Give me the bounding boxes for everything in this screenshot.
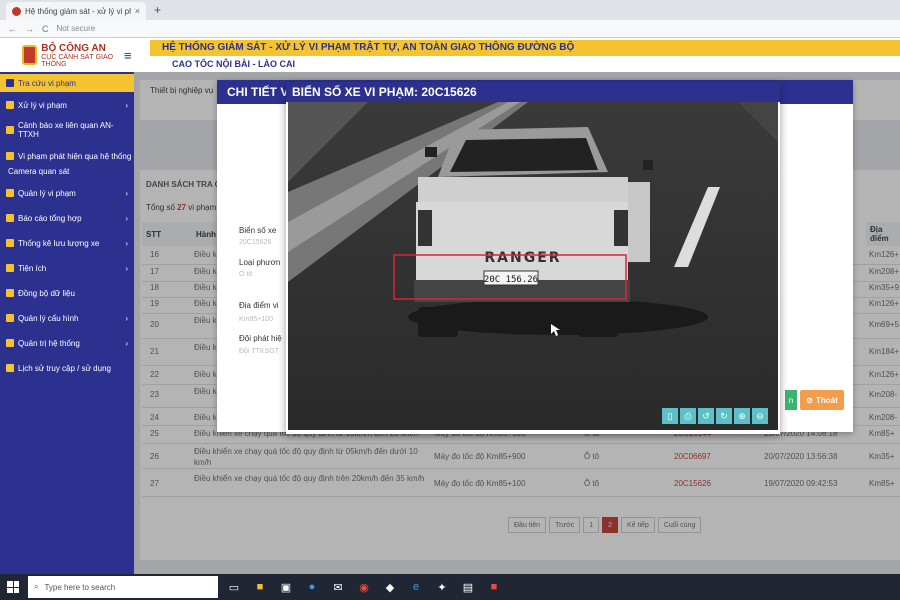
- admin-icon: [6, 339, 14, 347]
- save-button[interactable]: n: [785, 390, 797, 410]
- dept-name: CỤC CẢNH SÁT GIAO THÔNG: [41, 53, 114, 68]
- file-icon[interactable]: ▯: [662, 408, 678, 424]
- app-icon[interactable]: ◆: [380, 577, 400, 597]
- field-label-location: Địa điểm vi: [239, 301, 279, 310]
- sidebar-item-config[interactable]: Quản lý cấu hình ›: [0, 309, 134, 327]
- new-tab-button[interactable]: +: [154, 3, 161, 17]
- sidebar-item-utility[interactable]: Tiện ích ›: [0, 259, 134, 277]
- field-label-team: Đội phát hiệ: [239, 334, 282, 343]
- license-plate-text: 20C 156.26: [484, 275, 538, 285]
- browser-tab[interactable]: Hệ thống giám sát - xử lý vi phạ ×: [6, 2, 146, 20]
- field-value-vehicle: Ô tô: [239, 271, 253, 278]
- app-logo[interactable]: BỘ CÔNG AN CỤC CẢNH SÁT GIAO THÔNG: [0, 38, 134, 72]
- file-explorer-icon[interactable]: ■: [250, 577, 270, 597]
- chevron-right-icon: ›: [125, 188, 128, 198]
- os-taskbar: ⌕ Type here to search ▭ ■ ▣ ● ✉ ◉ ◆ e ✦ ▤…: [0, 574, 900, 600]
- sidebar-item-admin[interactable]: Quản trị hệ thống ›: [0, 334, 134, 352]
- rotate-left-icon[interactable]: ↺: [698, 408, 714, 424]
- field-label-plate: Biển số xe: [239, 226, 277, 235]
- chevron-down-icon: ›: [125, 338, 128, 348]
- rotate-right-icon[interactable]: ↻: [716, 408, 732, 424]
- field-value-team: Đội TTKSGT: [239, 348, 279, 355]
- task-view-icon[interactable]: ▭: [224, 577, 244, 597]
- ie-icon[interactable]: e: [406, 577, 426, 597]
- forward-icon[interactable]: →: [25, 24, 34, 34]
- tools-icon: [6, 264, 14, 272]
- violation-photo[interactable]: RANGER 20C 156.26: [288, 102, 778, 430]
- close-tab-icon[interactable]: ×: [135, 6, 140, 16]
- snip-icon[interactable]: ■: [484, 577, 504, 597]
- camera-icon: [6, 152, 14, 160]
- back-icon[interactable]: ←: [8, 24, 17, 34]
- alert-icon: [6, 126, 14, 134]
- zoom-out-icon[interactable]: ⊖: [752, 408, 768, 424]
- list-icon: [6, 189, 14, 197]
- windows-start-icon[interactable]: [4, 578, 22, 596]
- chrome-icon[interactable]: ◉: [354, 577, 374, 597]
- image-toolbar: ▯ ⎙ ↺ ↻ ⊕ ⊖: [662, 408, 768, 424]
- sidebar-item-sync[interactable]: Đồng bộ dữ liệu: [0, 284, 134, 302]
- exit-button[interactable]: ⊘ Thoát: [800, 390, 844, 410]
- zoom-in-icon[interactable]: ⊕: [734, 408, 750, 424]
- chevron-right-icon: ›: [125, 213, 128, 223]
- truck-model-text: RANGER: [484, 250, 561, 266]
- sidebar-item-camera[interactable]: Camera quan sát: [0, 163, 134, 179]
- sidebar-item-traffic[interactable]: Thống kê lưu lượng xe ›: [0, 234, 134, 252]
- address-bar: ← → C Not secure: [0, 20, 900, 38]
- chart-icon: [6, 239, 14, 247]
- store-icon[interactable]: ▣: [276, 577, 296, 597]
- search-icon: [6, 79, 14, 87]
- page-title: HỆ THỐNG GIÁM SÁT - XỬ LÝ VI PHẠM TRẬT T…: [162, 42, 575, 53]
- app-header: BỘ CÔNG AN CỤC CẢNH SÁT GIAO THÔNG ≡ HỆ …: [0, 38, 900, 72]
- chevron-down-icon: ›: [125, 313, 128, 323]
- chevron-right-icon: ›: [125, 238, 128, 248]
- sync-icon: [6, 289, 14, 297]
- edge-icon[interactable]: ●: [302, 577, 322, 597]
- field-label-vehicle: Loại phươn: [239, 258, 281, 267]
- sidebar-item-process[interactable]: Xử lý vi phạm ›: [0, 96, 134, 114]
- not-secure-label[interactable]: Not secure: [57, 24, 96, 33]
- taskbar-search-input[interactable]: ⌕ Type here to search: [28, 576, 218, 598]
- sidebar-item-alert[interactable]: Cảnh báo xe liên quan AN-TTXH: [0, 121, 134, 139]
- report-icon: [6, 214, 14, 222]
- sidebar-item-lookup[interactable]: Tra cứu vi phạm: [0, 74, 134, 92]
- remote-desktop-icon[interactable]: ▤: [458, 577, 478, 597]
- chevron-right-icon: ›: [125, 263, 128, 273]
- browser-tab-bar: Hệ thống giám sát - xử lý vi phạ × +: [0, 0, 900, 20]
- sidebar-item-manage[interactable]: Quản lý vi phạm ›: [0, 184, 134, 202]
- history-icon: [6, 364, 14, 372]
- mail-icon[interactable]: ✉: [328, 577, 348, 597]
- field-value-location: Km85+100: [239, 316, 274, 323]
- menu-toggle-icon[interactable]: ≡: [124, 48, 132, 63]
- police-emblem-icon: [22, 45, 38, 65]
- settings-icon[interactable]: ✦: [432, 577, 452, 597]
- close-circle-icon: ⊘: [806, 395, 813, 405]
- chevron-right-icon: ›: [125, 100, 128, 110]
- field-value-plate: 20C15626: [239, 239, 272, 246]
- print-icon[interactable]: ⎙: [680, 408, 696, 424]
- search-icon: ⌕: [34, 582, 39, 591]
- org-name: BỘ CÔNG AN: [41, 42, 106, 54]
- reload-icon[interactable]: C: [42, 24, 49, 34]
- camera-capture-image: RANGER 20C 156.26: [288, 102, 778, 430]
- page-subtitle: CAO TỐC NỘI BÀI - LÀO CAI: [172, 59, 295, 69]
- modal-title: CHI TIẾT VI: [227, 85, 292, 99]
- tab-title: Hệ thống giám sát - xử lý vi phạ: [25, 6, 131, 16]
- site-favicon-icon: [12, 6, 21, 16]
- plate-image-modal: BIỂN SỐ XE VI PHẠM: 20C15626 RANGER 20C …: [286, 82, 780, 434]
- folder-icon: [6, 101, 14, 109]
- sidebar-item-history[interactable]: Lịch sử truy cập / sử dụng: [0, 359, 134, 377]
- sidebar-item-report[interactable]: Báo cáo tổng hợp ›: [0, 209, 134, 227]
- gear-icon: [6, 314, 14, 322]
- plate-modal-title: BIỂN SỐ XE VI PHẠM: 20C15626: [292, 85, 477, 99]
